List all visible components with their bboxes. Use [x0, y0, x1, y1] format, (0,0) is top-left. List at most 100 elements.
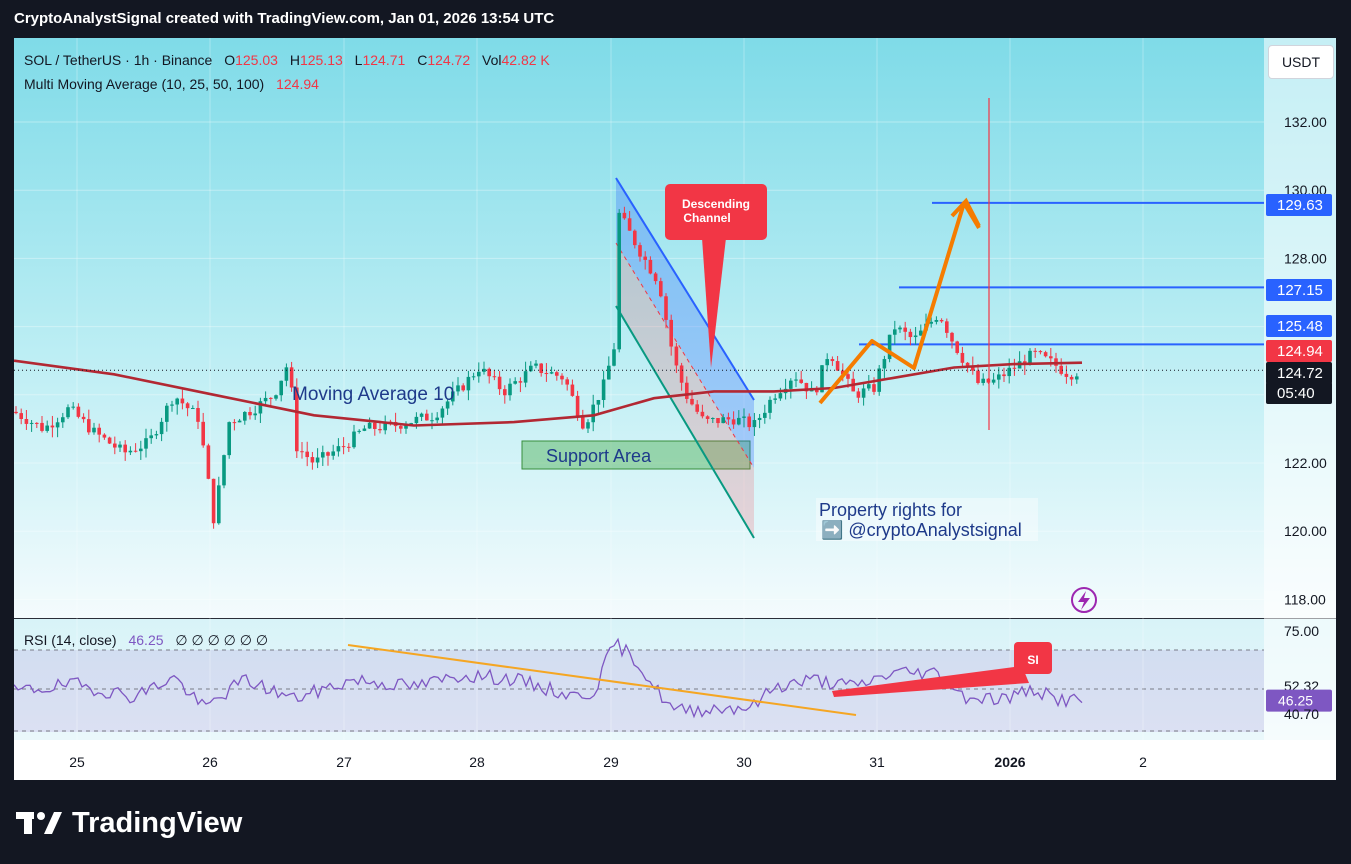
candle-body	[752, 420, 757, 428]
indicator-value: 124.94	[276, 76, 319, 92]
candle-body	[586, 422, 590, 429]
candle-body	[830, 359, 835, 362]
candle-body	[128, 450, 133, 453]
candle-body	[856, 391, 861, 398]
candle-body	[539, 363, 543, 374]
candle-body	[549, 372, 554, 374]
candle-body	[622, 212, 627, 219]
candle-body	[191, 408, 195, 410]
candle-body	[253, 413, 257, 416]
candle-body	[66, 407, 70, 418]
candle-body	[903, 327, 907, 332]
candle-body	[695, 404, 699, 412]
candle-body	[61, 417, 65, 423]
candle-body	[872, 384, 876, 392]
callout-line-1: Descending	[682, 197, 750, 211]
callout-line-2: Channel	[683, 211, 730, 225]
candle-body	[898, 327, 902, 330]
candle-body	[503, 389, 507, 396]
candle-body	[76, 406, 81, 417]
candle-body	[1064, 373, 1069, 377]
candle-body	[477, 371, 481, 377]
candle-body	[367, 422, 372, 429]
candle-body	[835, 361, 840, 371]
chart-canvas[interactable]: Support Area Moving Average 10 Descendin…	[14, 38, 1336, 780]
tradingview-wordmark: TradingView	[72, 806, 243, 839]
candle-body	[991, 379, 996, 383]
chart-frame[interactable]: Support Area Moving Average 10 Descendin…	[14, 38, 1336, 780]
candle-body	[794, 379, 798, 381]
time-tick: 28	[469, 754, 485, 770]
candle-body	[471, 376, 476, 378]
candle-body	[534, 363, 538, 366]
rsi-extras: ∅ ∅ ∅ ∅ ∅ ∅	[175, 632, 268, 648]
candle-body	[414, 416, 419, 424]
candle-body	[737, 417, 741, 425]
candle-body	[638, 245, 642, 257]
candle-body	[419, 413, 424, 417]
candle-body	[284, 367, 289, 381]
candle-body	[1002, 374, 1006, 377]
candle-body	[607, 365, 611, 380]
candle-body	[721, 417, 725, 424]
candle-body	[461, 385, 465, 391]
candle-body	[861, 388, 866, 398]
candle-body	[217, 485, 221, 524]
si-badge: SI	[1014, 642, 1052, 674]
rsi-label: RSI (14, close)	[24, 632, 117, 648]
candle-body	[326, 452, 330, 456]
chart-caption: CryptoAnalystSignal created with Trading…	[14, 10, 555, 27]
candle-body	[518, 381, 523, 383]
candle-body	[180, 398, 185, 404]
candle-body	[778, 393, 783, 399]
candle-body	[726, 417, 731, 420]
candle-body	[711, 418, 715, 420]
candle-body	[575, 395, 580, 417]
symbol-label: SOL / TetherUS · 1h · Binance	[24, 52, 213, 68]
candle-body	[466, 376, 471, 391]
candle-body	[175, 398, 179, 405]
candle-body	[685, 382, 689, 399]
price-tag-text: 124.72	[1277, 365, 1323, 382]
candle-body	[513, 381, 517, 384]
time-tick: 27	[336, 754, 352, 770]
volume-value: 42.82 K	[502, 52, 551, 68]
price-tick: 132.00	[1284, 114, 1327, 130]
candle-body	[1043, 352, 1048, 357]
price-tag-text: 127.15	[1277, 282, 1323, 299]
candle-body	[747, 416, 751, 428]
property-rights: Property rights for ➡️ @cryptoAnalystsig…	[816, 498, 1038, 541]
candle-body	[757, 417, 762, 421]
tradingview-logo[interactable]: TradingView	[16, 805, 242, 841]
candle-body	[763, 412, 767, 418]
open-value: 125.03	[235, 52, 278, 68]
close-value: 124.72	[427, 52, 470, 68]
candle-body	[35, 422, 39, 424]
candle-body	[107, 437, 112, 444]
candle-body	[773, 398, 777, 400]
candle-body	[570, 384, 575, 396]
candle-body	[617, 212, 621, 350]
svg-text:SI: SI	[1027, 653, 1038, 667]
candle-body	[113, 443, 117, 448]
candle-body	[357, 430, 361, 432]
candle-body	[893, 329, 897, 335]
candle-body	[882, 359, 887, 369]
candle-body	[24, 418, 29, 424]
tradingview-icon	[16, 812, 62, 834]
candle-body	[40, 422, 44, 431]
currency-button[interactable]: USDT	[1268, 45, 1334, 79]
candle-body	[440, 408, 445, 418]
price-tick: 128.00	[1284, 250, 1327, 266]
time-tick: 30	[736, 754, 752, 770]
candle-body	[825, 359, 829, 366]
candle-body	[1033, 350, 1037, 352]
price-tick: 122.00	[1284, 455, 1327, 471]
candle-body	[981, 378, 985, 383]
candle-body	[196, 408, 200, 422]
svg-text:RSI (14, close) 46.25: RSI (14, close) 46.25 ∅ ∅ ∅ ∅ ∅ ∅	[24, 632, 268, 648]
candle-body	[321, 452, 325, 458]
candle-body	[913, 335, 918, 338]
candle-body	[81, 416, 86, 420]
candle-body	[154, 434, 159, 436]
